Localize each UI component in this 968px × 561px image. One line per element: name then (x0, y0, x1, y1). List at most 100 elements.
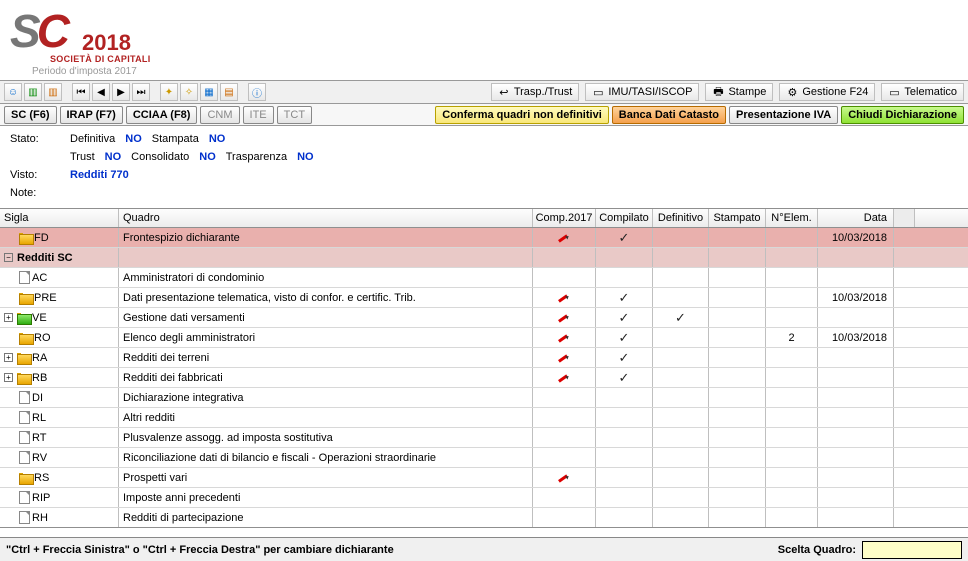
col-nelem[interactable]: N°Elem. (766, 209, 818, 227)
nelem-cell: 2 (766, 328, 818, 347)
grid-icon[interactable]: ▦ (200, 83, 218, 101)
check-icon: ✓ (619, 330, 630, 346)
nav-person-icon[interactable]: ☺ (4, 83, 22, 101)
table-row[interactable]: FDFrontespizio dichiarante✓10/03/2018 (0, 228, 968, 248)
tab-cnm[interactable]: CNM (200, 106, 239, 124)
stampato-cell (709, 268, 766, 287)
compilato-cell (596, 408, 653, 427)
gestione-f24-button[interactable]: ⚙ Gestione F24 (779, 83, 875, 101)
expand-icon[interactable]: + (4, 373, 13, 382)
table-row[interactable]: RTPlusvalenze assogg. ad imposta sostitu… (0, 428, 968, 448)
print-icon: 🖶 (712, 86, 724, 98)
conferma-quadri-button[interactable]: Conferma quadri non definitivi (435, 106, 609, 124)
tab-cciaa[interactable]: CCIAA (F8) (126, 106, 198, 124)
sigla-cell[interactable]: PRE (0, 288, 119, 307)
table-row[interactable]: PREDati presentazione telematica, visto … (0, 288, 968, 308)
pencil-icon (557, 231, 571, 245)
status-block: Stato: Definitiva NO Stampata NO Trust N… (0, 126, 968, 208)
star2-icon[interactable]: ✧ (180, 83, 198, 101)
table-row[interactable]: RIPImposte anni precedenti (0, 488, 968, 508)
col-sigla[interactable]: Sigla (0, 209, 119, 227)
table-row[interactable]: +RARedditi dei terreni✓ (0, 348, 968, 368)
nav-first-icon[interactable]: ⏮ (72, 83, 90, 101)
data-cell (818, 428, 894, 447)
section-cell[interactable]: −Redditi SC (0, 248, 119, 267)
check-icon: ✓ (619, 310, 630, 326)
data-cell (818, 468, 894, 487)
sigla-cell[interactable]: RL (0, 408, 119, 427)
check-icon: ✓ (619, 350, 630, 366)
tab-ite[interactable]: ITE (243, 106, 274, 124)
nav-layout2-icon[interactable]: ▥ (44, 83, 62, 101)
sigla-cell[interactable]: RS (0, 468, 119, 487)
quadro-cell: Imposte anni precedenti (119, 488, 533, 507)
table-row[interactable]: ACAmministratori di condominio (0, 268, 968, 288)
nav-last-icon[interactable]: ⏭ (132, 83, 150, 101)
table-row[interactable]: RVRiconciliazione dati di bilancio e fis… (0, 448, 968, 468)
nav-layout1-icon[interactable]: ▥ (24, 83, 42, 101)
sigla-cell[interactable]: RT (0, 428, 119, 447)
nav-prev-icon[interactable]: ◀ (92, 83, 110, 101)
doc-icon: ▭ (888, 86, 900, 98)
table-row[interactable]: ROElenco degli amministratori✓210/03/201… (0, 328, 968, 348)
sigla-cell[interactable]: RIP (0, 488, 119, 507)
table-row[interactable]: +VEGestione dati versamenti✓✓ (0, 308, 968, 328)
sigla-cell[interactable]: +RB (0, 368, 119, 387)
list-icon[interactable]: ▤ (220, 83, 238, 101)
chiudi-dichiarazione-button[interactable]: Chiudi Dichiarazione (841, 106, 964, 124)
banca-dati-button[interactable]: Banca Dati Catasto (612, 106, 726, 124)
quadro-cell: Redditi dei fabbricati (119, 368, 533, 387)
trasp-trust-button[interactable]: ↩ Trasp./Trust (491, 83, 579, 101)
tab-tct[interactable]: TCT (277, 106, 312, 124)
stampato-cell (709, 288, 766, 307)
table-body[interactable]: FDFrontespizio dichiarante✓10/03/2018−Re… (0, 228, 968, 528)
sigla-text: DI (32, 392, 43, 404)
trust-value: NO (105, 148, 122, 166)
nelem-cell (766, 428, 818, 447)
sigla-text: AC (32, 272, 47, 284)
expand-icon[interactable]: + (4, 313, 13, 322)
col-definitivo[interactable]: Definitivo (653, 209, 709, 227)
consolidato-value: NO (199, 148, 216, 166)
collapse-icon[interactable]: − (4, 253, 13, 262)
note-label: Note: (10, 184, 60, 202)
stampato-cell (709, 308, 766, 327)
col-quadro[interactable]: Quadro (119, 209, 533, 227)
stato-label: Stato: (10, 130, 60, 148)
stampato-cell (709, 368, 766, 387)
col-comp[interactable]: Comp.2017 (533, 209, 596, 227)
tab-irap[interactable]: IRAP (F7) (60, 106, 123, 124)
sigla-cell[interactable]: RH (0, 508, 119, 527)
scelta-quadro-input[interactable] (862, 541, 962, 559)
quadro-cell: Gestione dati versamenti (119, 308, 533, 327)
info-icon[interactable]: ⓘ (248, 83, 266, 101)
imu-button[interactable]: ▭ IMU/TASI/ISCOP (585, 83, 699, 101)
data-cell (818, 348, 894, 367)
table-row[interactable]: DIDichiarazione integrativa (0, 388, 968, 408)
star-icon[interactable]: ✦ (160, 83, 178, 101)
sigla-cell[interactable]: DI (0, 388, 119, 407)
col-stampato[interactable]: Stampato (709, 209, 766, 227)
expand-icon[interactable]: + (4, 353, 13, 362)
sigla-cell[interactable]: +VE (0, 308, 119, 327)
sigla-text: RA (32, 352, 47, 364)
col-data[interactable]: Data (818, 209, 894, 227)
table-row[interactable]: RLAltri redditi (0, 408, 968, 428)
folder-icon (17, 352, 30, 363)
telematico-button[interactable]: ▭ Telematico (881, 83, 964, 101)
sigla-cell[interactable]: RV (0, 448, 119, 467)
table-row[interactable]: RHRedditi di partecipazione (0, 508, 968, 528)
sigla-cell[interactable]: RO (0, 328, 119, 347)
table-row[interactable]: +RBRedditi dei fabbricati✓ (0, 368, 968, 388)
tab-sc[interactable]: SC (F6) (4, 106, 57, 124)
table-row[interactable]: −Redditi SC (0, 248, 968, 268)
sigla-cell[interactable]: + RA (0, 348, 119, 367)
sigla-cell[interactable]: AC (0, 268, 119, 287)
stampe-button[interactable]: 🖶 Stampe (705, 83, 773, 101)
table-row[interactable]: RSProspetti vari (0, 468, 968, 488)
presentazione-iva-button[interactable]: Presentazione IVA (729, 106, 838, 124)
sigla-cell[interactable]: FD (0, 228, 119, 247)
nav-next-icon[interactable]: ▶ (112, 83, 130, 101)
col-compilato[interactable]: Compilato (596, 209, 653, 227)
definitivo-cell (653, 488, 709, 507)
